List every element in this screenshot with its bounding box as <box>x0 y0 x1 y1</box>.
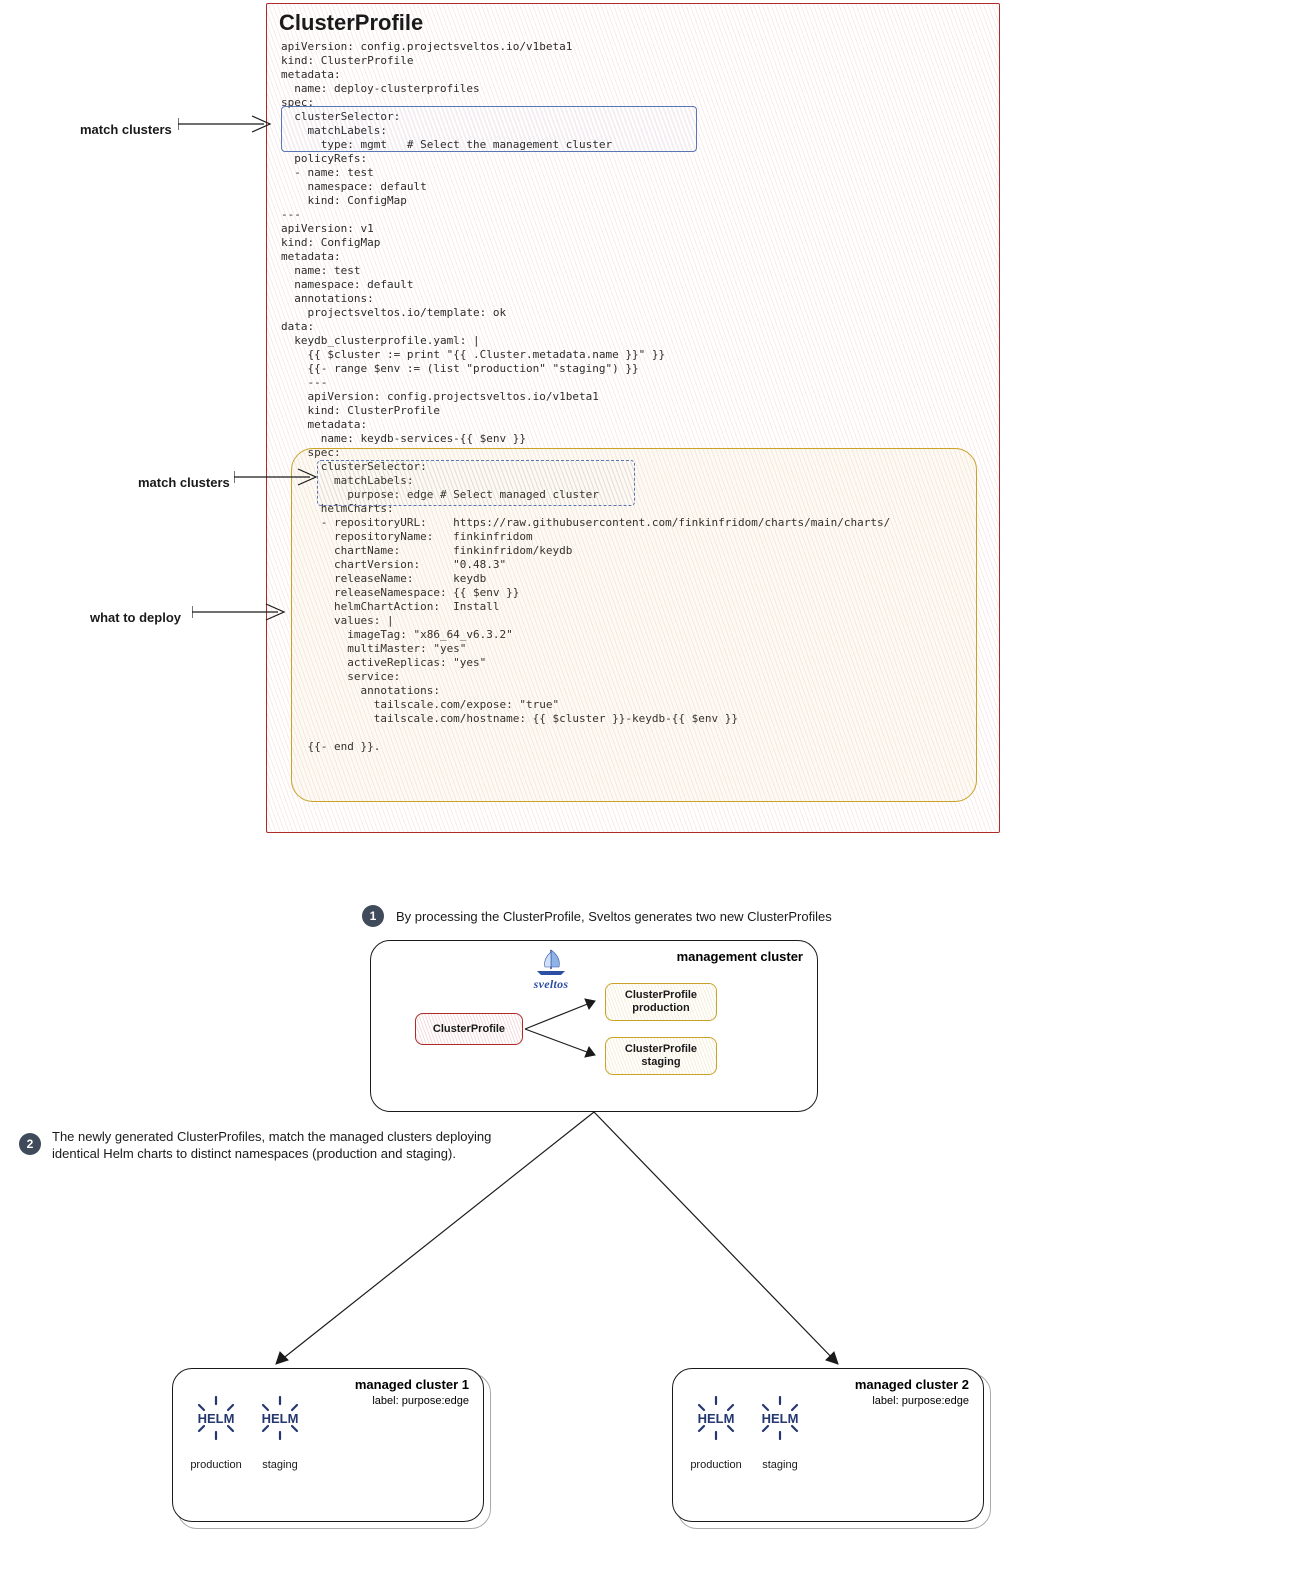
managed-2-label: label: purpose:edge <box>872 1395 969 1407</box>
mgmt-title: management cluster <box>677 949 803 964</box>
managed-cluster-2-box: managed cluster 2 label: purpose:edge HE… <box>672 1368 984 1522</box>
arrow-deploy <box>192 600 292 624</box>
helm-icon: HELM <box>691 1393 741 1443</box>
step-2-badge: 2 <box>19 1133 41 1155</box>
helm-2a-cap: production <box>689 1459 743 1471</box>
helm-2b: HELM staging <box>753 1393 807 1471</box>
source-clusterprofile-node: ClusterProfile <box>415 1013 523 1045</box>
managed-1-label: label: purpose:edge <box>372 1395 469 1407</box>
helm-icon: HELM <box>191 1393 241 1443</box>
arrow-to-managed <box>170 1112 1070 1382</box>
arrow-split <box>523 989 609 1065</box>
managed-2-title: managed cluster 2 <box>855 1377 969 1392</box>
sailboat-icon <box>531 947 571 977</box>
clusterprofile-staging-node: ClusterProfile staging <box>605 1037 717 1075</box>
sveltos-logo: sveltos <box>521 947 581 992</box>
step-1-text: By processing the ClusterProfile, Svelto… <box>396 908 832 925</box>
diagram-canvas: ClusterProfile apiVersion: config.projec… <box>0 0 1308 1586</box>
annotation-match-1: match clusters <box>80 122 172 137</box>
clusterprofile-production-node: ClusterProfile production <box>605 983 717 1021</box>
svg-text:HELM: HELM <box>262 1411 299 1426</box>
management-cluster-box: management cluster sveltos ClusterProfil… <box>370 940 818 1112</box>
clusterprofile-panel: ClusterProfile apiVersion: config.projec… <box>266 3 1000 833</box>
step-1-badge: 1 <box>362 905 384 927</box>
helm-2a: HELM production <box>689 1393 743 1471</box>
managed-cluster-1-box: managed cluster 1 label: purpose:edge HE… <box>172 1368 484 1522</box>
helm-2b-cap: staging <box>753 1459 807 1471</box>
helm-1a-cap: production <box>189 1459 243 1471</box>
helm-1b-cap: staging <box>253 1459 307 1471</box>
annotation-match-2: match clusters <box>138 475 230 490</box>
annotation-deploy: what to deploy <box>90 610 181 625</box>
arrow-match-2 <box>234 465 324 489</box>
svg-text:HELM: HELM <box>198 1411 235 1426</box>
managed-1-title: managed cluster 1 <box>355 1377 469 1392</box>
highlight-match-edge <box>317 460 635 506</box>
helm-icon: HELM <box>755 1393 805 1443</box>
svg-text:HELM: HELM <box>698 1411 735 1426</box>
helm-1a: HELM production <box>189 1393 243 1471</box>
highlight-match-mgmt <box>281 106 697 152</box>
svg-text:HELM: HELM <box>762 1411 799 1426</box>
panel-title: ClusterProfile <box>279 10 423 36</box>
helm-1b: HELM staging <box>253 1393 307 1471</box>
helm-icon: HELM <box>255 1393 305 1443</box>
arrow-match-1 <box>178 112 278 136</box>
